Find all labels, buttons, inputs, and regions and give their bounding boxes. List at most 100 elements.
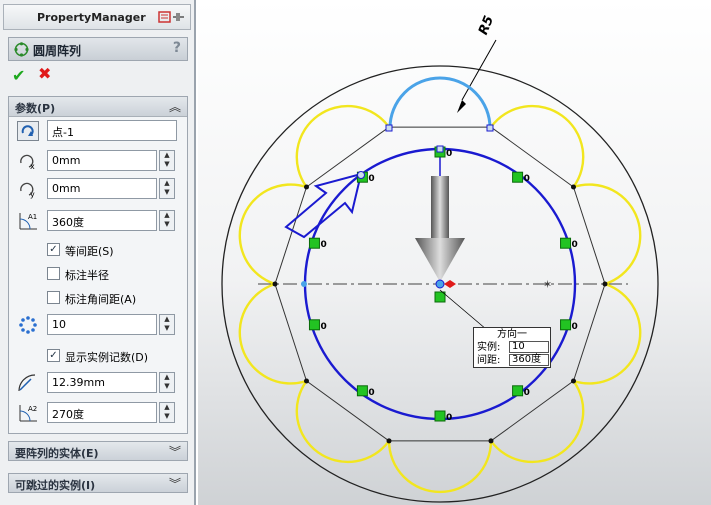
parameters-title: 参数(P) <box>15 102 56 115</box>
seed-arc-end-handle[interactable] <box>486 124 494 132</box>
radius-row: 12.39mm ▲ ▼ <box>9 371 187 395</box>
ok-button[interactable]: ✔ <box>12 66 25 85</box>
relation-icon <box>560 319 572 331</box>
count-row: 10 ▲ ▼ <box>9 313 187 337</box>
show-count-label: 显示实例记数(D) <box>65 351 149 364</box>
entities-group[interactable]: 要阵列的实体(E) ︾ <box>8 441 188 461</box>
callout-count-row: 实例: 10 <box>474 341 550 354</box>
rotate-direction-icon[interactable] <box>17 121 39 141</box>
center-point[interactable] <box>435 279 445 289</box>
pattern-instance-arc[interactable] <box>295 104 390 188</box>
sketch-canvas[interactable]: 0 0 0 0 0 0 0 0 0 0 ✶ <box>198 0 711 505</box>
expand-icon[interactable]: ︾ <box>169 475 181 492</box>
left-point[interactable] <box>301 281 307 287</box>
vertex-point[interactable] <box>304 184 310 190</box>
pattern-instance-arc[interactable] <box>490 104 585 188</box>
direction-callout[interactable]: 方向一 实例: 10 间距: 360度 <box>473 327 551 368</box>
relation-icon <box>308 237 320 249</box>
equal-spacing-checkbox[interactable]: ✓ <box>47 243 60 256</box>
parameters-header[interactable]: 参数(P) ︽ <box>9 97 187 117</box>
pattern-instance-arc[interactable] <box>387 440 493 494</box>
instance-label: 0 <box>446 413 452 423</box>
graphics-viewport[interactable]: 0000000000 ✶ R5 方向一 实例: 10 间距: 360度 <box>198 0 711 505</box>
relation-icon <box>512 385 524 397</box>
instance-marker: 0 <box>356 385 375 398</box>
center-x-field[interactable]: 0mm <box>47 150 157 171</box>
center-x-spinner[interactable]: ▲ ▼ <box>159 150 175 171</box>
arc-angle-spinner[interactable]: ▲ ▼ <box>159 402 175 423</box>
count-spinner[interactable]: ▲ ▼ <box>159 314 175 335</box>
vertex-point[interactable] <box>570 184 576 190</box>
show-count-row: ✓ 显示实例记数(D) <box>9 345 187 369</box>
relation-icon <box>560 237 572 249</box>
center-y-field[interactable]: 0mm <box>47 178 157 199</box>
radius-handle[interactable] <box>436 145 444 153</box>
center-y-spinner[interactable]: ▲ ▼ <box>159 178 175 199</box>
svg-text:y: y <box>30 190 35 199</box>
vertex-point[interactable] <box>272 281 278 287</box>
vertex-point[interactable] <box>570 378 576 384</box>
center-point-row: 点-1 <box>9 119 187 143</box>
arc-angle-field[interactable]: 270度 <box>47 402 157 423</box>
show-count-checkbox[interactable]: ✓ <box>47 349 60 362</box>
instance-label: 0 <box>572 240 578 250</box>
dim-angle-checkbox[interactable] <box>47 291 60 304</box>
center-point-field[interactable]: 点-1 <box>47 120 177 141</box>
instance-marker: 0 <box>560 319 578 332</box>
vertex-point[interactable] <box>488 438 494 444</box>
vertex-point[interactable] <box>304 378 310 384</box>
skip-instances-group[interactable]: 可跳过的实例(I) ︾ <box>8 473 188 493</box>
pattern-instance-arc[interactable] <box>573 282 642 385</box>
instance-label: 0 <box>368 388 374 398</box>
expand-icon[interactable]: ︾ <box>169 443 181 460</box>
cancel-button[interactable]: ✖ <box>38 64 51 83</box>
instance-marker: 0 <box>308 319 327 332</box>
callout-count-field[interactable]: 10 <box>509 341 549 353</box>
pattern-axis-arrow[interactable] <box>415 176 465 282</box>
svg-text:A2: A2 <box>28 405 37 413</box>
angle-row: A1 360度 ▲ ▼ <box>9 209 187 233</box>
pattern-instance-arc[interactable] <box>238 183 307 286</box>
relation-icon <box>308 319 320 331</box>
seed-arc-start-handle[interactable] <box>385 124 393 132</box>
vertex-point[interactable] <box>386 438 392 444</box>
count-field[interactable]: 10 <box>47 314 157 335</box>
center-y-icon: y <box>20 182 35 199</box>
pattern-instance-arc[interactable] <box>490 380 585 464</box>
x-axis-arrow <box>444 280 456 288</box>
vertex-point[interactable] <box>602 281 608 287</box>
callout-spacing-field[interactable]: 360度 <box>509 354 549 366</box>
pattern-instance-arc[interactable] <box>573 183 642 286</box>
dimension-leader <box>461 39 497 101</box>
seed-arc[interactable] <box>388 76 492 129</box>
pm-titlebar: PropertyManager <box>3 4 191 30</box>
collapse-icon[interactable]: ︽ <box>169 98 181 115</box>
relation-icon <box>512 171 524 183</box>
dimension-arrowhead <box>457 100 466 113</box>
dim-radius-row: 标注半径 <box>9 263 187 287</box>
radius-spinner[interactable]: ▲ ▼ <box>159 372 175 393</box>
instance-marker: 0 <box>308 237 327 250</box>
pattern-instance-arc[interactable] <box>295 380 390 464</box>
relation-icon <box>434 410 446 422</box>
instance-marker: 0 <box>434 410 452 423</box>
circular-pattern-icon <box>14 42 29 57</box>
dim-radius-label: 标注半径 <box>65 269 109 282</box>
radius-field[interactable]: 12.39mm <box>47 372 157 393</box>
angle-icon: A1 <box>19 213 37 230</box>
pattern-instance-arc[interactable] <box>389 76 491 127</box>
instance-label: 0 <box>320 322 326 332</box>
angle-spinner[interactable]: ▲ ▼ <box>159 210 175 231</box>
direction-handle[interactable] <box>357 171 365 179</box>
instance-label: 0 <box>524 388 530 398</box>
equal-spacing-row: ✓ 等间距(S) <box>9 239 187 263</box>
center-x-icon: x <box>20 154 35 171</box>
dim-radius-checkbox[interactable] <box>47 267 60 280</box>
arc-angle-icon: A2 <box>19 405 37 422</box>
help-button[interactable]: ? <box>173 40 181 56</box>
angle-field[interactable]: 360度 <box>47 210 157 231</box>
callout-spacing-label: 间距: <box>477 355 501 366</box>
pin-icon[interactable] <box>158 10 186 24</box>
pattern-instance-arc[interactable] <box>238 282 307 385</box>
instance-marker: 0 <box>512 171 530 184</box>
